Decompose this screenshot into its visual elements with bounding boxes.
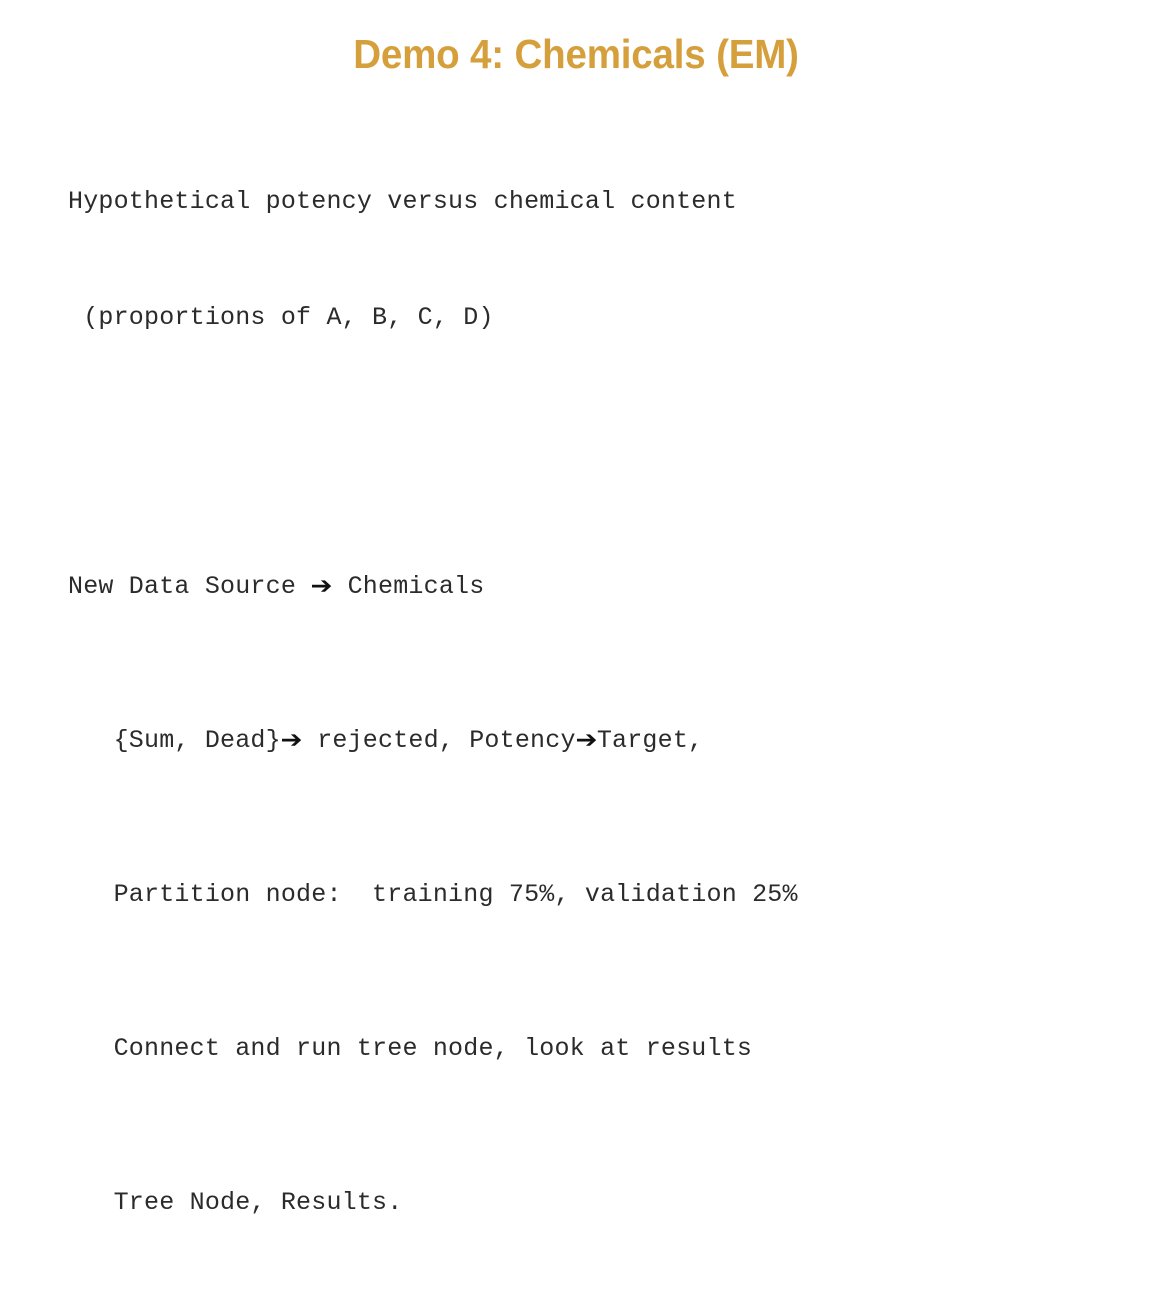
description-line-1: Hypothetical potency versus chemical con… [68,187,737,216]
arrow-right-icon: ➔ [280,725,303,753]
step-2-text-before: {Sum, Dead} [68,725,281,755]
presentation-slide: Demo 4: Chemicals (EM) Hypothetical pote… [0,0,1152,1217]
step-line-tree-node-results: Tree Node, Results. [68,1187,403,1217]
page-title: Demo 4: Chemicals (EM) [353,31,799,77]
step-line-partition-node: Partition node: training 75%, validation… [68,879,798,909]
step-2-text-middle: rejected, Potency [302,725,576,755]
paragraph-description: Hypothetical potency versus chemical con… [68,106,1088,414]
step-2-text-after: Target, [596,725,704,755]
paragraph-steps: New Data Source ➔ Chemicals {Sum, Dead}➔… [68,452,1088,1296]
arrow-right-icon: ➔ [575,725,598,753]
step-line-connect-run: Connect and run tree node, look at resul… [68,1033,753,1063]
step-1-text-after: Chemicals [332,571,485,601]
arrow-right-icon: ➔ [310,571,333,599]
step-line-new-data-source: New Data Source ➔ Chemicals [68,568,1088,607]
step-line-roles: {Sum, Dead}➔ rejected, Potency➔Target, [68,722,1088,761]
description-line-2: (proportions of A, B, C, D) [68,302,494,332]
slide-body: Hypothetical potency versus chemical con… [68,106,1088,1296]
step-1-text-before: New Data Source [68,571,312,601]
